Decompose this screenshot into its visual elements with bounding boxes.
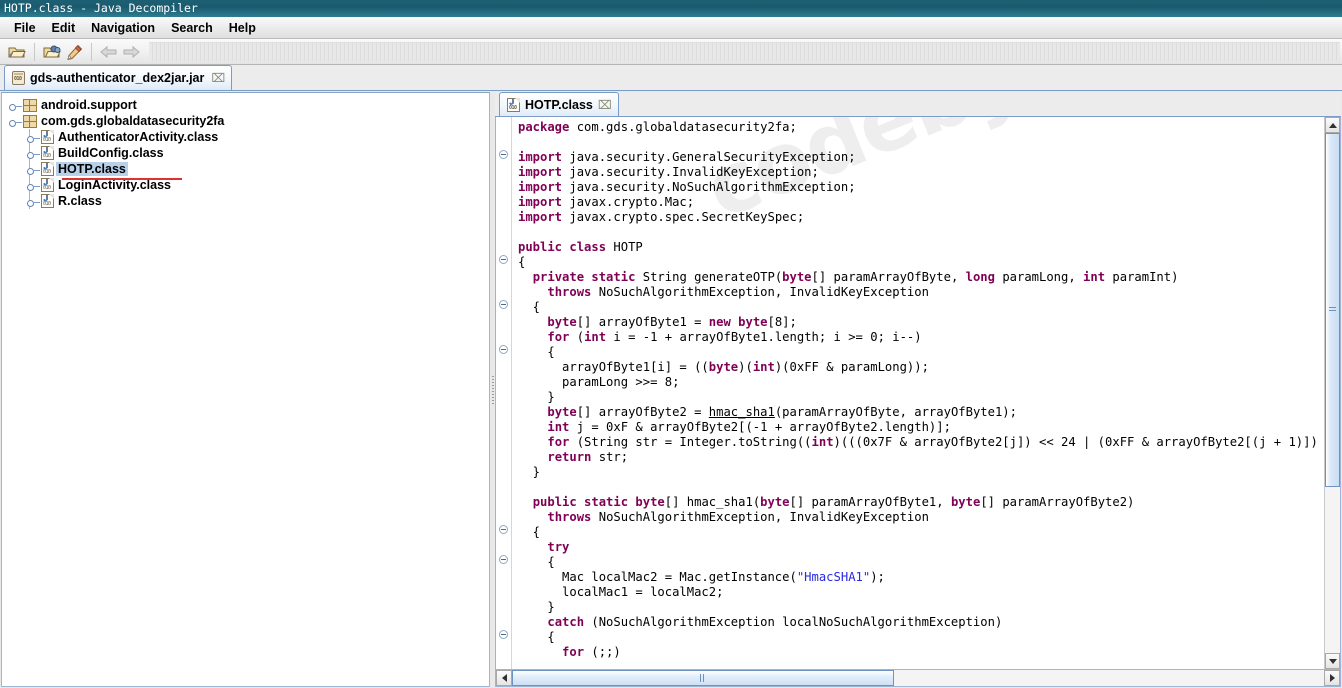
tree-node-com-gds[interactable]: com.gds.globaldatasecurity2fa <box>8 113 489 129</box>
arrow-right-icon <box>1330 674 1335 682</box>
tree-node-label: LoginActivity.class <box>54 178 171 192</box>
editor-tab-close-icon[interactable]: ⌧ <box>598 98 612 112</box>
class-icon: 010 <box>41 162 54 176</box>
fold-marker-icon[interactable] <box>499 255 508 264</box>
toolbar <box>0 39 1342 65</box>
vertical-scroll-thumb[interactable] <box>1325 133 1340 487</box>
arrow-left-icon <box>502 674 507 682</box>
editor-panel: 010 HOTP.class ⌧ codebynet package com.g… <box>495 92 1341 687</box>
menu-navigation[interactable]: Navigation <box>83 19 163 37</box>
class-icon: 010 <box>41 130 54 144</box>
class-icon: 010 <box>41 146 54 160</box>
main-split: android.support com.gds.globaldatasecuri… <box>0 91 1342 688</box>
menu-help[interactable]: Help <box>221 19 264 37</box>
tree-node-authenticatoractivity[interactable]: 010 AuthenticatorActivity.class <box>26 129 489 145</box>
fold-marker-icon[interactable] <box>499 300 508 309</box>
editor-tab-strip: 010 HOTP.class ⌧ <box>495 92 1341 117</box>
horizontal-scroll-track[interactable] <box>512 670 1324 686</box>
open-folder-button[interactable] <box>6 41 28 62</box>
expand-toggle-icon[interactable] <box>26 193 41 209</box>
toolbar-group-open <box>3 41 31 62</box>
code-fold-gutter <box>496 117 512 669</box>
back-button[interactable] <box>98 41 120 62</box>
scroll-down-button[interactable] <box>1325 653 1340 669</box>
forward-button[interactable] <box>120 41 142 62</box>
jar-tab-strip: 010 gds-authenticator_dex2jar.jar ⌧ <box>0 65 1342 91</box>
tree-node-label: R.class <box>54 194 102 208</box>
tree-node-buildconfig[interactable]: 010 BuildConfig.class <box>26 145 489 161</box>
splitter-grip <box>492 376 494 404</box>
code-horizontal-scrollbar[interactable] <box>495 670 1341 687</box>
scroll-thumb-grip <box>700 674 706 682</box>
horizontal-scroll-thumb[interactable] <box>512 670 894 686</box>
arrow-up-icon <box>1329 123 1337 128</box>
collapse-toggle-icon[interactable] <box>8 113 23 129</box>
menu-search[interactable]: Search <box>163 19 221 37</box>
class-icon: 010 <box>41 194 54 208</box>
tree-node-label: BuildConfig.class <box>54 146 164 160</box>
jar-tab-close-icon[interactable]: ⌧ <box>211 71 225 85</box>
open-recent-button[interactable] <box>41 41 63 62</box>
tree-node-label: AuthenticatorActivity.class <box>54 130 218 144</box>
menu-edit[interactable]: Edit <box>44 19 84 37</box>
tree-node-r-class[interactable]: 010 R.class <box>26 193 489 209</box>
expand-toggle-icon[interactable] <box>8 97 23 113</box>
save-source-button[interactable] <box>63 41 85 62</box>
scroll-thumb-grip <box>1329 307 1336 313</box>
source-code: package com.gds.globaldatasecurity2fa; i… <box>512 117 1324 660</box>
jar-tab-label: gds-authenticator_dex2jar.jar <box>30 71 204 85</box>
vertical-scroll-track[interactable] <box>1325 133 1340 653</box>
scroll-right-button[interactable] <box>1324 670 1340 686</box>
window-title-bar: HOTP.class - Java Decompiler <box>0 0 1342 17</box>
expand-toggle-icon[interactable] <box>26 145 41 161</box>
toolbar-group-actions <box>38 41 88 62</box>
fold-marker-icon[interactable] <box>499 630 508 639</box>
expand-toggle-icon[interactable] <box>26 177 41 193</box>
forward-arrow-icon <box>122 45 140 59</box>
code-vertical-scrollbar[interactable] <box>1324 117 1340 669</box>
package-icon <box>23 115 37 128</box>
class-icon: 010 <box>41 178 54 192</box>
menu-bar: File Edit Navigation Search Help <box>0 17 1342 39</box>
window-title: HOTP.class - Java Decompiler <box>4 1 198 15</box>
fold-marker-icon[interactable] <box>499 150 508 159</box>
tree-node-hotp[interactable]: 010 HOTP.class <box>26 161 489 177</box>
toolbar-filler <box>149 42 1340 61</box>
expand-toggle-icon[interactable] <box>26 129 41 145</box>
scroll-up-button[interactable] <box>1325 117 1340 133</box>
expand-toggle-icon[interactable] <box>26 161 41 177</box>
tree-node-android-support[interactable]: android.support <box>8 97 489 113</box>
open-recent-icon <box>43 44 61 60</box>
red-underline-annotation <box>62 178 182 180</box>
scroll-left-button[interactable] <box>496 670 512 686</box>
back-arrow-icon <box>100 45 118 59</box>
editor-tab-hotp-class[interactable]: 010 HOTP.class ⌧ <box>499 92 619 116</box>
toolbar-separator-1 <box>34 43 35 61</box>
jar-icon: 010 <box>12 71 25 85</box>
toolbar-separator-2 <box>91 43 92 61</box>
class-icon: 010 <box>507 98 520 112</box>
fold-marker-icon[interactable] <box>499 345 508 354</box>
package-tree-panel: android.support com.gds.globaldatasecuri… <box>1 92 490 687</box>
tree-node-label: android.support <box>37 98 137 112</box>
menu-file[interactable]: File <box>6 19 44 37</box>
pencil-icon <box>65 44 83 60</box>
package-icon <box>23 99 37 112</box>
arrow-down-icon <box>1329 659 1337 664</box>
editor-tab-label: HOTP.class <box>525 98 593 112</box>
code-scroll-region[interactable]: codebynet package com.gds.globaldatasecu… <box>512 117 1324 669</box>
fold-marker-icon[interactable] <box>499 525 508 534</box>
jar-tab-gds-authenticator[interactable]: 010 gds-authenticator_dex2jar.jar ⌧ <box>4 65 232 90</box>
toolbar-group-nav <box>95 41 145 62</box>
tree-node-label: HOTP.class <box>56 162 128 176</box>
open-folder-icon <box>8 44 26 60</box>
tree-node-label: com.gds.globaldatasecurity2fa <box>37 114 224 128</box>
package-tree: android.support com.gds.globaldatasecuri… <box>2 93 489 209</box>
fold-marker-icon[interactable] <box>499 555 508 564</box>
code-view: codebynet package com.gds.globaldatasecu… <box>495 117 1341 670</box>
